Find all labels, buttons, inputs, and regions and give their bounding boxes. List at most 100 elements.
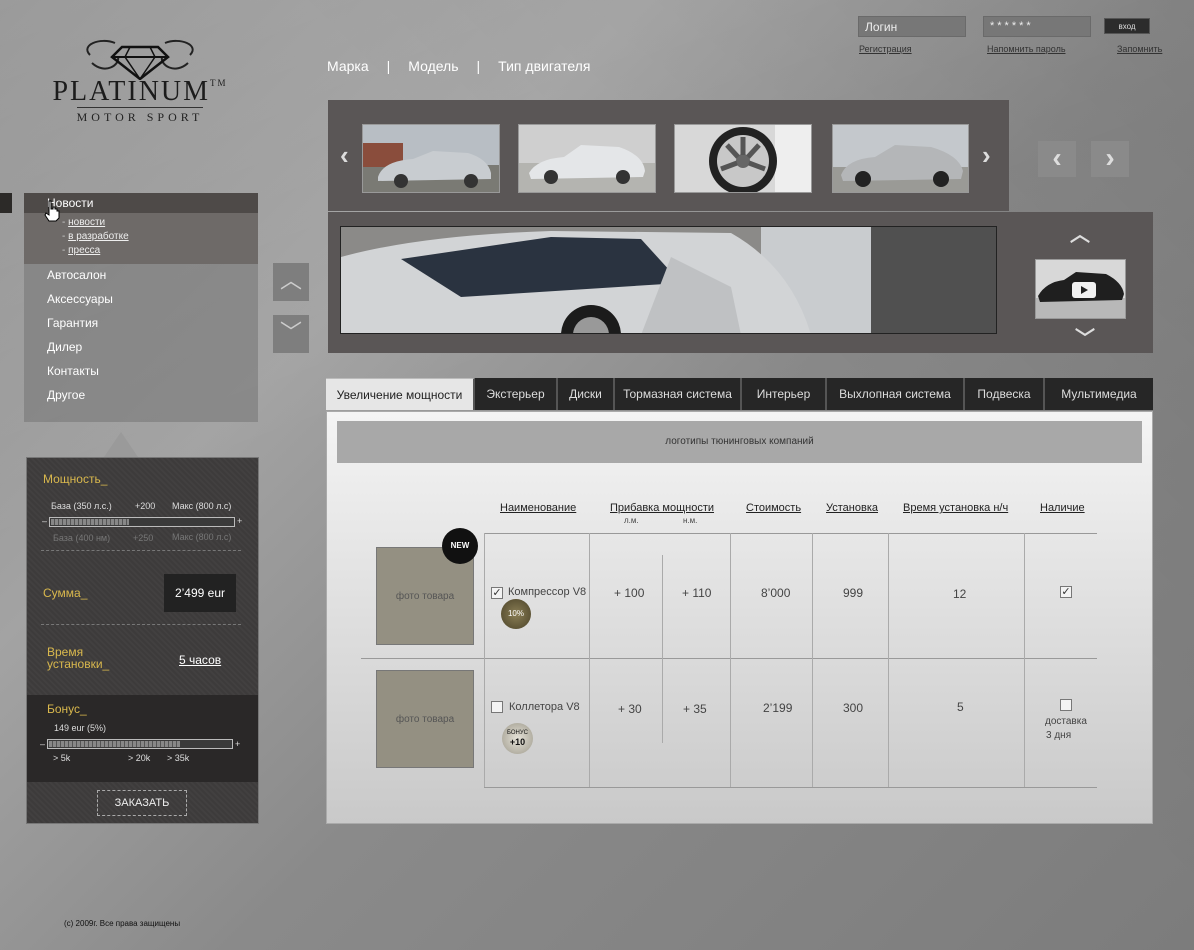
bonus-value: 149 eur (5%) <box>54 723 107 733</box>
brand-subtitle: MOTOR SPORT <box>76 107 204 125</box>
power-max-top: Макс (800 л.с) <box>172 501 232 511</box>
time-value: 5 часов <box>179 653 222 667</box>
chevron-right-icon[interactable]: › <box>982 140 991 171</box>
tab-interior[interactable]: Интерьер <box>742 378 827 410</box>
menu-item-contacts[interactable]: Контакты <box>47 364 99 378</box>
col-time: Время установка н/ч <box>903 502 1009 514</box>
col-name: Наименование <box>500 502 577 514</box>
product-name: Компрессор V8 <box>508 586 587 598</box>
tuning-logos-bar: логотипы тюнинговых компаний <box>337 421 1142 463</box>
power-slider-fill <box>51 519 129 525</box>
menu-item-dealer[interactable]: Дилер <box>47 340 82 354</box>
carousel-next-button[interactable]: › <box>1091 141 1129 177</box>
power-hp-value: + 100 <box>614 586 645 600</box>
hero-image <box>340 226 997 334</box>
bonus-mark-20k: > 20k <box>128 753 151 763</box>
nav-separator: | <box>386 58 391 74</box>
car-thumbnail[interactable] <box>674 124 812 193</box>
tab-wheels[interactable]: Диски <box>558 378 615 410</box>
menu-item-other[interactable]: Другое <box>47 388 85 402</box>
order-button[interactable]: ЗАКАЗАТЬ <box>97 790 187 816</box>
brand-name: PLATINUMTM <box>52 76 228 107</box>
carousel-prev-button[interactable]: ‹ <box>1038 141 1076 177</box>
power-minus[interactable]: – <box>42 516 47 526</box>
chevron-down-icon[interactable]: ﹀ <box>1075 322 1095 351</box>
car-photo-icon <box>833 125 968 192</box>
availability-checkbox[interactable]: ✓ <box>1060 586 1072 598</box>
product-panel: логотипы тюнинговых компаний Наименовани… <box>326 411 1153 824</box>
divider <box>41 624 241 625</box>
cost-value: 8’000 <box>761 586 791 600</box>
car-photo-icon <box>519 125 655 192</box>
submenu-dash: - <box>62 231 66 242</box>
table-divider <box>589 533 590 787</box>
nav-brand[interactable]: Марка <box>327 58 369 74</box>
login-button[interactable]: вход <box>1104 18 1150 34</box>
bonus-label: Бонус_ <box>47 702 87 716</box>
calculator-panel: Мощность_ База (350 л.с.) +200 Макс (800… <box>26 457 259 824</box>
forgot-password-link[interactable]: Напомнить пароль <box>987 44 1066 54</box>
table-divider <box>1024 533 1025 787</box>
nav-model[interactable]: Модель <box>408 58 458 74</box>
delivery-days: 3 дня <box>1046 730 1072 741</box>
submenu-news[interactable]: новости <box>68 217 105 228</box>
panel-pointer <box>104 432 138 457</box>
category-tabs: Увеличение мощности Экстерьер Диски Торм… <box>326 378 1153 410</box>
car-thumbnail[interactable] <box>362 124 500 193</box>
power-plus[interactable]: + <box>237 516 242 526</box>
product-photo[interactable]: фото товара <box>376 670 474 768</box>
copyright: (c) 2009г. Все права защищены <box>64 919 181 928</box>
select-checkbox[interactable]: ✓ <box>491 587 503 599</box>
submenu-press[interactable]: пресса <box>68 245 100 256</box>
chevron-up-icon[interactable]: ︿ <box>1070 218 1090 247</box>
bonus-mark-5k: > 5k <box>53 753 71 763</box>
car-hero-photo-icon <box>341 227 996 333</box>
scroll-up-button[interactable]: ︿ <box>273 263 309 301</box>
menu-item-showroom[interactable]: Автосалон <box>47 268 106 282</box>
submenu-item[interactable]: - в разработке <box>62 231 129 242</box>
thumbnail-carousel: ‹ › <box>328 100 1009 211</box>
nav-engine-type[interactable]: Тип двигателя <box>498 58 590 74</box>
submenu-item[interactable]: - пресса <box>62 245 100 256</box>
brand-logo[interactable]: PLATINUMTM MOTOR SPORT <box>40 35 240 145</box>
bonus-badge: БОНУС +10 <box>502 723 533 754</box>
tab-exhaust[interactable]: Выхлопная система <box>827 378 965 410</box>
hero-frame <box>328 212 1009 353</box>
submenu-in-development[interactable]: в разработке <box>68 231 129 242</box>
password-input[interactable]: ****** <box>983 16 1091 37</box>
cost-value: 2’199 <box>763 701 793 715</box>
availability-checkbox[interactable] <box>1060 699 1072 711</box>
table-rule <box>484 787 1097 788</box>
video-play-icon <box>1036 260 1125 318</box>
tab-power-boost[interactable]: Увеличение мощности <box>326 378 475 410</box>
select-checkbox[interactable] <box>491 701 503 713</box>
chevron-left-icon[interactable]: ‹ <box>340 140 349 171</box>
car-thumbnail[interactable] <box>832 124 969 193</box>
submenu-dash: - <box>62 245 66 256</box>
video-thumbnail[interactable] <box>1035 259 1126 319</box>
power-nm-value: + 110 <box>682 586 712 600</box>
install-value: 999 <box>843 586 864 600</box>
install-value: 300 <box>843 701 864 715</box>
register-link[interactable]: Регистрация <box>859 44 912 54</box>
table-rule <box>484 533 1097 534</box>
submenu-item[interactable]: - новости <box>62 217 105 228</box>
car-thumbnail[interactable] <box>518 124 656 193</box>
tab-exterior[interactable]: Экстерьер <box>475 378 558 410</box>
tab-multimedia[interactable]: Мультимедиа <box>1045 378 1153 410</box>
nav-separator: | <box>476 58 481 74</box>
time-label-2: установки_ <box>47 657 110 671</box>
login-input[interactable]: Логин <box>858 16 966 37</box>
torque-max: Макс (800 л.с) <box>172 532 232 542</box>
power-slider[interactable] <box>49 517 235 527</box>
scroll-down-button[interactable]: ﹀ <box>273 315 309 353</box>
bonus-slider <box>47 739 233 749</box>
torque-plus: +250 <box>133 533 154 543</box>
menu-item-warranty[interactable]: Гарантия <box>47 316 98 330</box>
trademark: TM <box>210 78 228 88</box>
tab-brakes[interactable]: Тормазная система <box>615 378 742 410</box>
tab-suspension[interactable]: Подвеска <box>965 378 1045 410</box>
remember-link[interactable]: Запомнить <box>1117 44 1162 54</box>
menu-item-accessories[interactable]: Аксессуары <box>47 292 113 306</box>
bonus-minus: – <box>40 739 46 749</box>
